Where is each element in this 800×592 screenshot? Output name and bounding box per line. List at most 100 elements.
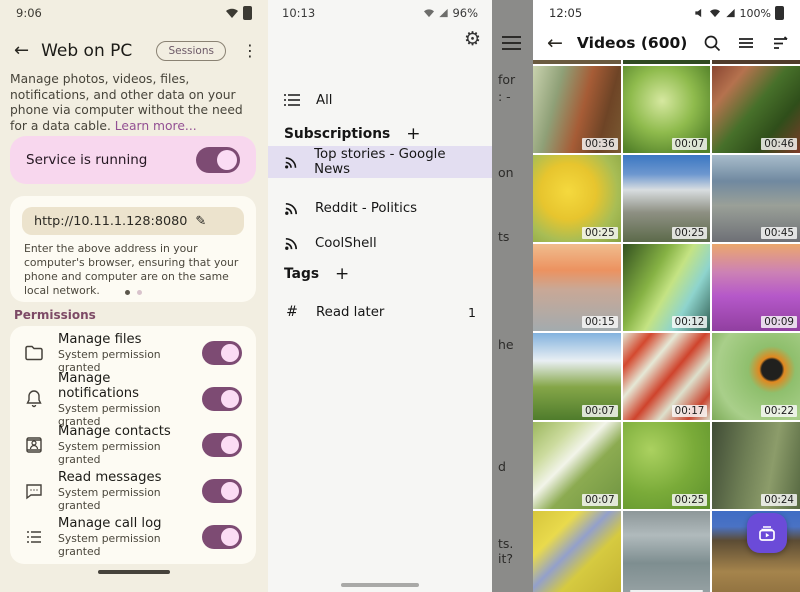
obscured-article-text: ts.	[498, 536, 513, 551]
obscured-article-text: he	[498, 337, 514, 352]
duration-badge: 00:09	[761, 316, 797, 328]
video-thumbnail[interactable]	[533, 511, 621, 592]
manage-files-toggle[interactable]	[202, 341, 242, 365]
view-options-icon[interactable]	[736, 33, 756, 53]
manage-call-log-toggle[interactable]	[202, 525, 242, 549]
duration-badge: 00:46	[761, 138, 797, 150]
permission-row-messages: Read messages System permission granted	[10, 468, 256, 514]
status-bar: 12:05 100%	[533, 0, 800, 26]
read-messages-toggle[interactable]	[202, 479, 242, 503]
rss-reader-drawer-screen: 10:13 96% ⚙ All Subscriptions + Top stor…	[268, 0, 533, 592]
web-on-pc-screen: 9:06 ← Web on PC Sessions ⋮ Manage photo…	[0, 0, 268, 592]
video-thumbnail[interactable]: 00:17	[623, 333, 711, 420]
drawer-item-all[interactable]: All	[268, 84, 492, 116]
drawer-item-read-later[interactable]: # Read later 1	[268, 296, 492, 328]
status-bar: 10:13 96%	[268, 0, 492, 26]
gallery-header: ← Videos (600)	[547, 28, 790, 58]
page-dot-active	[125, 290, 130, 295]
manage-notifications-toggle[interactable]	[202, 387, 242, 411]
video-thumbnail[interactable]: 00:25	[623, 155, 711, 242]
app-header: ← Web on PC Sessions ⋮	[14, 40, 262, 61]
sort-icon[interactable]	[770, 33, 790, 53]
hamburger-menu-icon	[502, 36, 521, 50]
permission-title: Manage notifications	[58, 371, 188, 401]
video-thumbnail[interactable]: 00:15	[533, 244, 621, 331]
duration-badge: 00:36	[582, 138, 618, 150]
drawer-item-feed-selected[interactable]: Top stories - Google News	[268, 146, 492, 178]
dimmed-content-scrim[interactable]: for : - on ts he d ts. it?	[492, 0, 533, 592]
gesture-nav-handle[interactable]	[98, 570, 170, 574]
video-thumbnail[interactable]: 00:07	[533, 333, 621, 420]
kebab-menu-icon[interactable]: ⋮	[238, 41, 262, 60]
add-tag-button[interactable]: +	[335, 264, 349, 284]
service-status-card: Service is running	[10, 136, 256, 184]
permission-title: Manage contacts	[58, 424, 188, 439]
message-icon	[24, 481, 44, 501]
bell-icon	[24, 389, 44, 409]
page-title: Videos (600)	[577, 34, 688, 52]
gesture-nav-handle[interactable]	[341, 583, 419, 587]
manage-contacts-toggle[interactable]	[202, 433, 242, 457]
rss-icon	[284, 155, 298, 170]
video-thumbnail[interactable]: 00:07	[623, 66, 711, 153]
feed-label: Reddit - Politics	[315, 201, 417, 216]
search-icon[interactable]	[702, 33, 722, 53]
feed-label: Top stories - Google News	[314, 147, 476, 177]
video-thumbnail[interactable]: 00:22	[712, 333, 800, 420]
permission-title: Read messages	[58, 470, 188, 485]
permissions-card: Manage files System permission granted M…	[10, 326, 256, 564]
duration-badge: 00:07	[582, 494, 618, 506]
video-thumbnail[interactable]: 00:07	[533, 422, 621, 509]
video-thumbnail[interactable]	[623, 511, 711, 592]
signal-icon	[725, 8, 736, 18]
video-thumbnail[interactable]: 00:46	[712, 66, 800, 153]
status-bar: 9:06	[0, 0, 268, 26]
video-thumbnail[interactable]: 00:25	[533, 155, 621, 242]
camera-fab-button[interactable]	[747, 513, 787, 553]
video-thumbnail[interactable]: 00:09	[712, 244, 800, 331]
feed-label: CoolShell	[315, 236, 377, 251]
service-toggle[interactable]	[196, 147, 240, 173]
video-thumbnail[interactable]: 00:25	[623, 422, 711, 509]
previous-row-sliver	[533, 60, 800, 64]
drawer-item-feed[interactable]: Reddit - Politics	[268, 192, 492, 224]
obscured-article-text: on	[498, 165, 514, 180]
page-dot-inactive	[137, 290, 142, 295]
duration-badge: 00:25	[672, 494, 708, 506]
back-arrow-icon[interactable]: ←	[547, 32, 563, 54]
settings-gear-icon[interactable]: ⚙	[464, 28, 481, 50]
duration-badge: 00:12	[672, 316, 708, 328]
duration-badge: 00:45	[761, 227, 797, 239]
app-description: Manage photos, videos, files, notificati…	[10, 72, 262, 135]
battery-percent: 96%	[452, 6, 478, 20]
rss-icon	[284, 236, 299, 251]
wifi-icon	[423, 8, 435, 18]
permission-subtitle: System permission granted	[58, 532, 188, 558]
duration-badge: 00:24	[761, 494, 797, 506]
duration-badge: 00:25	[582, 227, 618, 239]
permission-title: Manage call log	[58, 516, 188, 531]
add-subscription-button[interactable]: +	[406, 124, 420, 144]
clock: 9:06	[16, 6, 42, 20]
obscured-article-text: it?	[498, 551, 513, 566]
battery-icon	[243, 6, 252, 20]
permission-row-files: Manage files System permission granted	[10, 330, 256, 376]
edit-pencil-icon[interactable]: ✎	[195, 214, 206, 229]
folder-icon	[24, 343, 44, 363]
learn-more-link[interactable]: Learn more...	[115, 119, 197, 133]
drawer-item-feed[interactable]: CoolShell	[268, 227, 492, 259]
unread-count-badge: 1	[468, 305, 476, 320]
video-thumbnail[interactable]: 00:45	[712, 155, 800, 242]
video-thumbnail[interactable]: 00:24	[712, 422, 800, 509]
sessions-button[interactable]: Sessions	[156, 41, 226, 61]
address-card: http://10.11.1.128:8080 ✎ Enter the abov…	[10, 196, 256, 302]
video-thumbnail[interactable]: 00:36	[533, 66, 621, 153]
wifi-icon	[225, 7, 239, 19]
permission-row-contacts: Manage contacts System permission grante…	[10, 422, 256, 468]
page-indicator	[10, 290, 256, 295]
video-thumbnail[interactable]: 00:12	[623, 244, 711, 331]
permission-subtitle: System permission granted	[58, 486, 188, 512]
wifi-icon	[709, 8, 721, 18]
obscured-article-text: : -	[498, 89, 511, 104]
back-arrow-icon[interactable]: ←	[14, 40, 29, 61]
